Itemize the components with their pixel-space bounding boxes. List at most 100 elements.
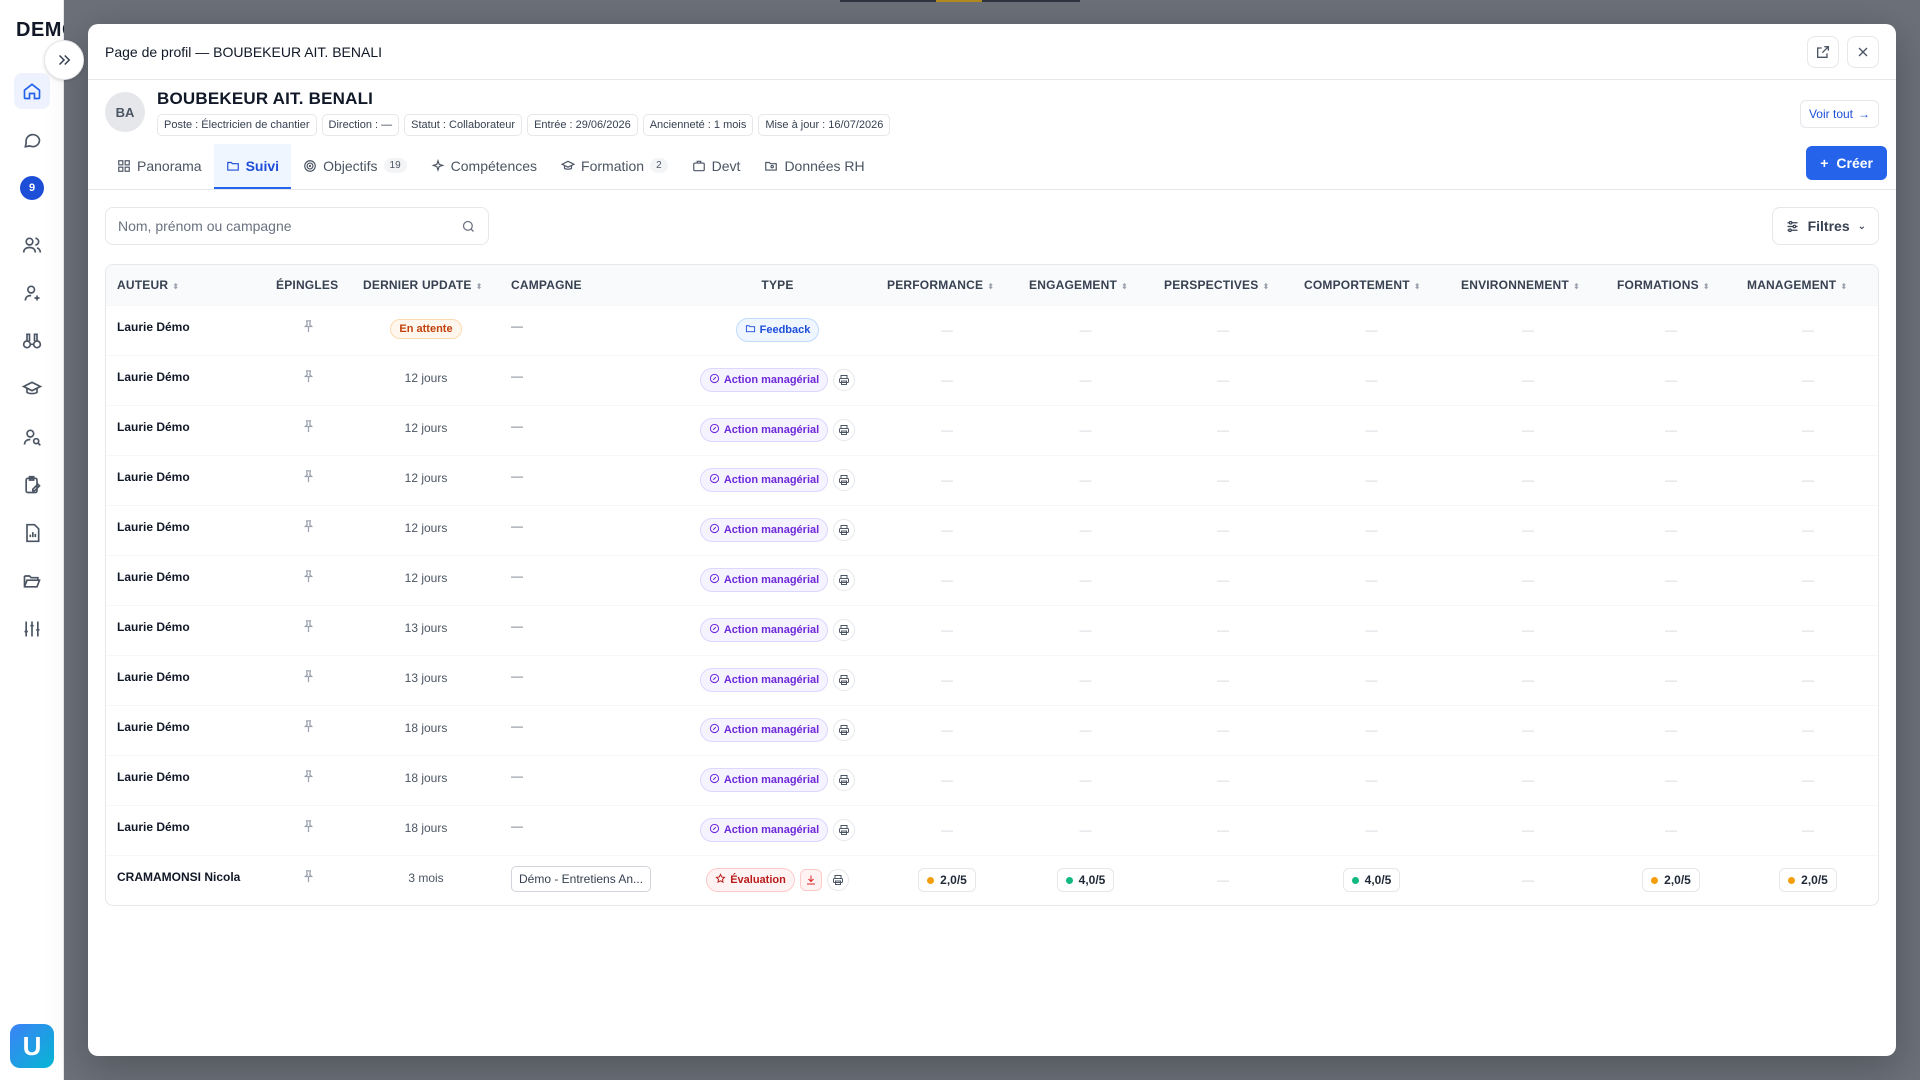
print-button[interactable]: [833, 469, 856, 491]
table-row[interactable]: Laurie Démo 18 jours — Action managérial — — —…: [106, 754, 1878, 805]
open-external-button[interactable]: [1807, 35, 1839, 68]
table-row[interactable]: Laurie Démo En attente — Feedback — — — — — — —: [106, 304, 1878, 355]
close-button[interactable]: [1847, 35, 1879, 68]
notifications-badge[interactable]: 9: [14, 170, 50, 206]
graduation-cap-icon[interactable]: [14, 371, 50, 407]
col-auteur[interactable]: AUTEUR ⬍: [106, 265, 265, 305]
table-row[interactable]: Laurie Démo 12 jours — Action managérial — — —…: [106, 354, 1878, 405]
author-cell: Laurie Démo: [106, 354, 265, 405]
score-cell: —: [876, 304, 1018, 355]
type-cell: Action managérial: [679, 454, 876, 505]
table-row[interactable]: Laurie Démo 12 jours — Action managérial — — —…: [106, 404, 1878, 455]
tab-panorama[interactable]: Panorama: [105, 144, 214, 189]
tab-formation[interactable]: Formation 2: [549, 144, 680, 189]
user-icon[interactable]: [14, 275, 50, 311]
table-row[interactable]: Laurie Démo 12 jours — Action managérial — — —…: [106, 504, 1878, 555]
score-pill[interactable]: 4,0/5: [1056, 868, 1115, 893]
print-button[interactable]: [833, 619, 856, 641]
print-button[interactable]: [833, 569, 856, 591]
user-search-icon[interactable]: [14, 419, 50, 455]
score-pill[interactable]: 4,0/5: [1342, 868, 1401, 893]
pin-icon[interactable]: [265, 754, 352, 805]
type-badge-feedback[interactable]: Feedback: [735, 318, 820, 342]
pin-icon[interactable]: [265, 504, 352, 555]
type-badge-action[interactable]: Action managérial: [699, 368, 829, 392]
expand-sidebar-button[interactable]: [44, 40, 84, 80]
type-badge-action[interactable]: Action managérial: [699, 768, 829, 792]
table-row[interactable]: Laurie Démo 18 jours — Action managérial — — —…: [106, 804, 1878, 855]
modal-header: Page de profil — BOUBEKEUR AIT. BENALI: [88, 24, 1896, 80]
print-button[interactable]: [826, 869, 849, 892]
col-comportement[interactable]: COMPORTEMENT ⬍: [1293, 265, 1450, 305]
pin-icon[interactable]: [265, 654, 352, 705]
type-cell: Action managérial: [679, 604, 876, 655]
tab-suivi[interactable]: Suivi: [213, 144, 292, 189]
table-row[interactable]: Laurie Démo 12 jours — Action managérial — — —…: [106, 554, 1878, 605]
pin-icon[interactable]: [265, 304, 352, 355]
score-cell: —: [1018, 504, 1153, 555]
chat-icon[interactable]: [14, 122, 50, 158]
print-button[interactable]: [833, 369, 856, 391]
pin-icon[interactable]: [265, 454, 352, 505]
pin-icon[interactable]: [265, 354, 352, 405]
type-badge-action[interactable]: Action managérial: [699, 668, 829, 692]
pin-icon[interactable]: [265, 804, 352, 855]
create-button[interactable]: + Créer: [1806, 146, 1887, 180]
pin-icon[interactable]: [265, 604, 352, 655]
tab-devt[interactable]: Devt: [680, 144, 753, 189]
tab-competences[interactable]: Compétences: [419, 144, 549, 189]
col-management[interactable]: MANAGEMENT ⬍: [1736, 265, 1878, 305]
table-row[interactable]: Laurie Démo 13 jours — Action managérial — — —…: [106, 604, 1878, 655]
report-icon[interactable]: [14, 515, 50, 551]
type-badge-action[interactable]: Action managérial: [699, 818, 829, 842]
col-dernier-update[interactable]: DERNIER UPDATE ⬍: [352, 265, 500, 305]
binoculars-icon[interactable]: [14, 323, 50, 359]
type-badge-action[interactable]: Action managérial: [699, 618, 829, 642]
type-badge-evaluation[interactable]: Évaluation: [706, 868, 795, 893]
print-button[interactable]: [833, 769, 856, 791]
filters-button[interactable]: Filtres ⌄: [1771, 207, 1879, 245]
print-button[interactable]: [833, 519, 856, 541]
app-logo-icon[interactable]: U: [10, 1024, 54, 1068]
print-button[interactable]: [833, 419, 856, 441]
print-button[interactable]: [833, 719, 856, 741]
type-badge-action[interactable]: Action managérial: [699, 718, 829, 742]
pin-icon[interactable]: [265, 704, 352, 755]
score-pill[interactable]: 2,0/5: [1779, 868, 1837, 893]
score-pill[interactable]: 2,0/5: [1642, 868, 1700, 893]
table-row[interactable]: Laurie Démo 18 jours — Action managérial — — —…: [106, 704, 1878, 755]
type-badge-action[interactable]: Action managérial: [699, 418, 829, 442]
print-button[interactable]: [833, 669, 856, 691]
pin-icon[interactable]: [265, 554, 352, 605]
table-row[interactable]: Laurie Démo 13 jours — Action managérial — — —…: [106, 654, 1878, 705]
author-cell: Laurie Démo: [106, 654, 265, 705]
score-pill[interactable]: 2,0/5: [918, 868, 976, 893]
search-input[interactable]: [118, 218, 461, 234]
users-icon[interactable]: [14, 227, 50, 263]
pin-icon[interactable]: [265, 854, 352, 905]
col-formations[interactable]: FORMATIONS ⬍: [1606, 265, 1736, 305]
col-perspectives[interactable]: PERSPECTIVES ⬍: [1153, 265, 1293, 305]
tab-donnees-rh[interactable]: Données RH: [752, 144, 876, 189]
col-performance[interactable]: PERFORMANCE ⬍: [876, 265, 1018, 305]
see-all-button[interactable]: Voir tout →: [1799, 100, 1879, 128]
tab-objectifs[interactable]: Objectifs 19: [291, 144, 419, 189]
clipboard-edit-icon[interactable]: [14, 467, 50, 503]
pin-icon[interactable]: [265, 404, 352, 455]
type-badge-action[interactable]: Action managérial: [699, 568, 829, 592]
home-icon[interactable]: [14, 73, 50, 109]
print-button[interactable]: [833, 819, 856, 841]
score-cell: —: [1293, 404, 1450, 455]
download-button[interactable]: [799, 869, 822, 892]
folder-open-icon[interactable]: [14, 563, 50, 599]
type-badge-action[interactable]: Action managérial: [699, 518, 829, 542]
score-cell: —: [1153, 354, 1293, 405]
table-row[interactable]: Laurie Démo 12 jours — Action managérial — — —…: [106, 454, 1878, 505]
settings-sliders-icon[interactable]: [14, 611, 50, 647]
col-engagement[interactable]: ENGAGEMENT ⬍: [1018, 265, 1153, 305]
score-cell: —: [1293, 754, 1450, 805]
col-environnement[interactable]: ENVIRONNEMENT ⬍: [1450, 265, 1606, 305]
campaign-tag[interactable]: Démo - Entretiens An...: [511, 865, 652, 892]
table-row[interactable]: CRAMAMONSI Nicola 3 mois Démo - Entretiens…: [106, 854, 1878, 905]
type-badge-action[interactable]: Action managérial: [699, 468, 829, 492]
